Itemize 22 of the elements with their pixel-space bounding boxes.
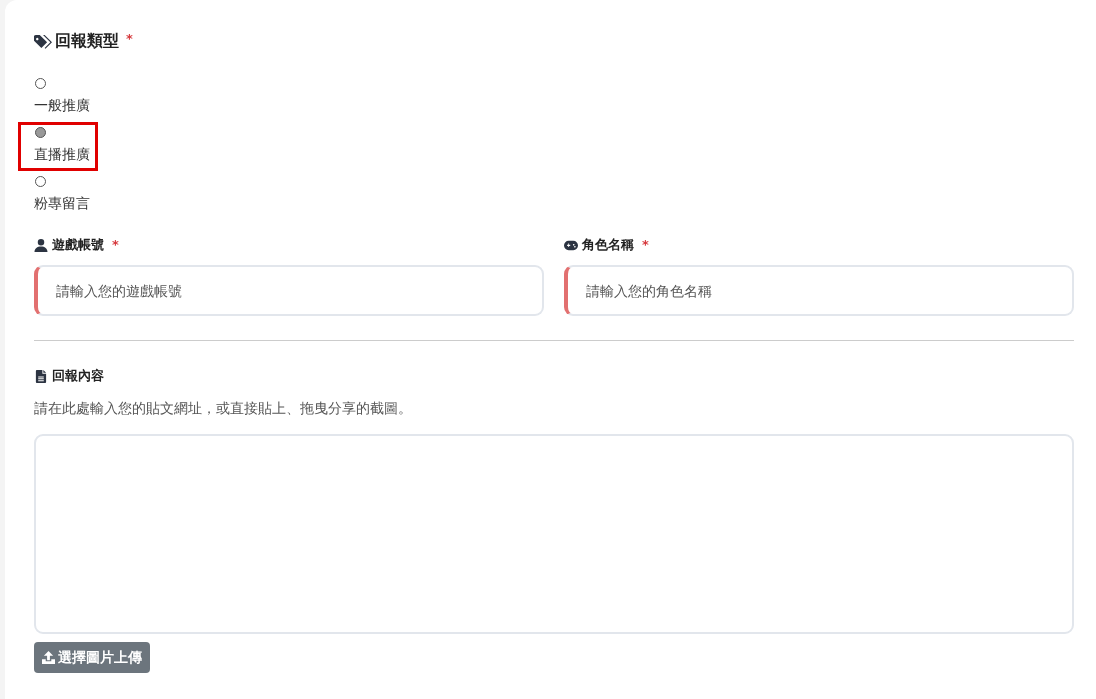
- input-field[interactable]: 請輸入您的角色名稱: [564, 265, 1074, 316]
- radio-label: 一般推廣: [34, 97, 90, 114]
- hint-text: 請在此處輸入您的貼文網址，或直接貼上、拖曳分享的截圖。: [34, 400, 413, 418]
- gamepad-icon: [564, 238, 578, 252]
- radio-button[interactable]: [35, 176, 46, 187]
- radio-label: 直播推廣: [34, 146, 90, 163]
- tag-icon: [34, 33, 52, 49]
- radio-button[interactable]: [35, 127, 46, 138]
- upload-icon: [42, 651, 55, 664]
- field-label: 遊戲帳號: [52, 236, 104, 254]
- field-label: 回報內容: [52, 367, 104, 385]
- upload-button[interactable]: 選擇圖片上傳: [34, 642, 150, 673]
- radio-button[interactable]: [35, 78, 46, 89]
- required-mark: *: [126, 31, 133, 46]
- document-icon: [34, 369, 48, 383]
- required-mark: *: [112, 237, 119, 252]
- field-label: 角色名稱: [582, 236, 634, 254]
- field-label: 回報類型: [55, 30, 119, 52]
- input-field[interactable]: 請輸入您的遊戲帳號: [34, 265, 544, 316]
- radio-label: 粉專留言: [34, 195, 90, 212]
- required-mark: *: [642, 237, 649, 252]
- user-icon: [34, 238, 48, 252]
